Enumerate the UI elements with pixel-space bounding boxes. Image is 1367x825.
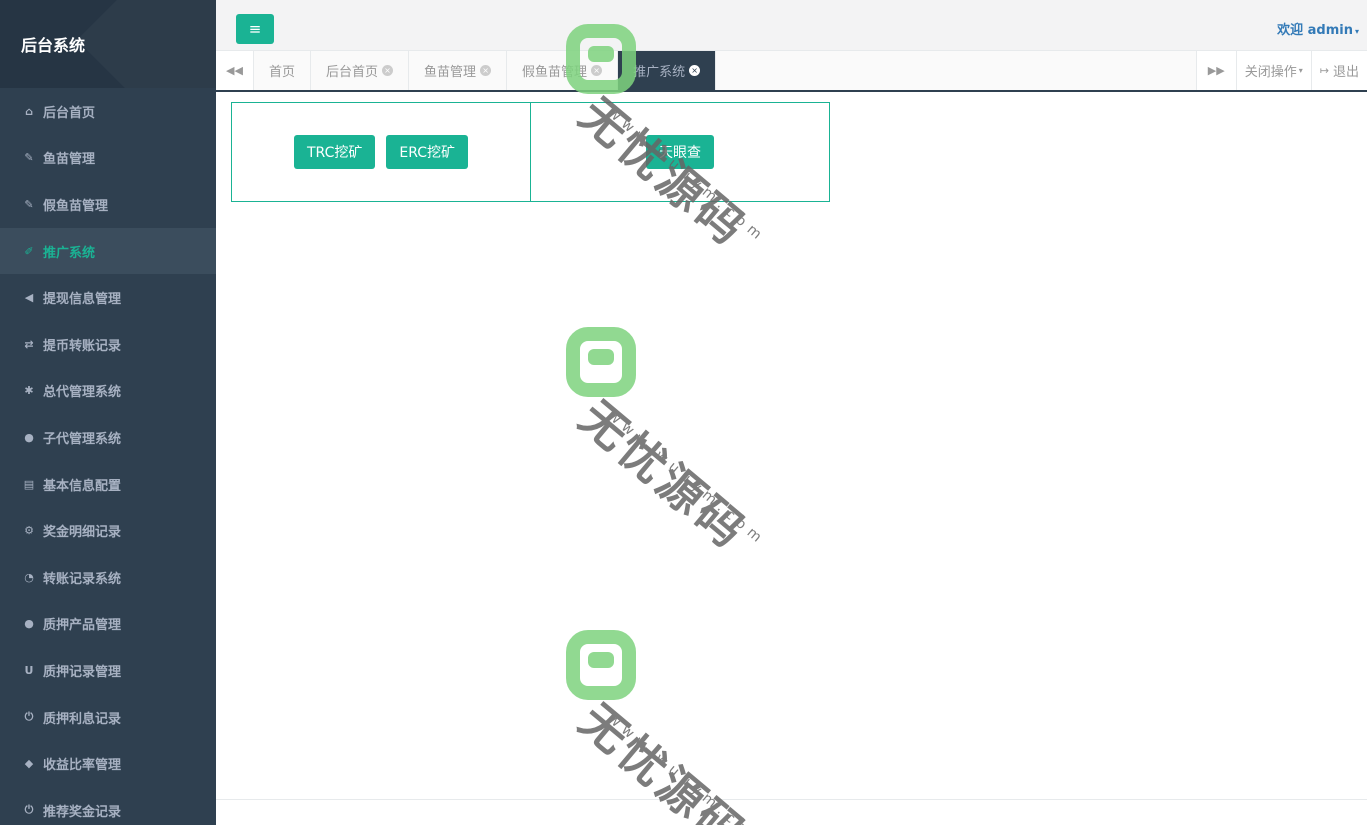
sidebar-item-label: 质押记录管理 <box>43 664 122 680</box>
close-tab-icon[interactable]: × <box>480 65 492 76</box>
tab-label: 假鱼苗管理 <box>522 65 588 80</box>
menu-toggle-button[interactable]: ≡ <box>236 14 274 44</box>
sidebar-item-label: 基本信息配置 <box>43 478 122 494</box>
sidebar-item-label: 子代管理系统 <box>43 431 122 447</box>
top-navbar: ≡ 欢迎 admin ▾ <box>216 0 1367 51</box>
sidebar-item-sub-agent[interactable]: ● 子代管理系统 <box>0 414 216 461</box>
sidebar-item-staking-products[interactable]: ● 质押产品管理 <box>0 601 216 648</box>
sidebar-item-label: 质押利息记录 <box>43 711 122 727</box>
sign-out-icon: ↦ <box>1319 64 1329 77</box>
logout-button[interactable]: ↦ 退出 <box>1310 51 1367 90</box>
sidebar-item-transfer-system[interactable]: ◔ 转账记录系统 <box>0 554 216 601</box>
tabs-scroll-left-button[interactable]: ◀◀ <box>216 51 254 90</box>
mining-panel: TRC挖矿 ERC挖矿 <box>231 102 531 202</box>
forward-icon: ▶▶ <box>1207 64 1225 77</box>
sidebar-item-label: 质押产品管理 <box>43 618 122 634</box>
sidebar-item-label: 后台首页 <box>43 105 96 121</box>
page-tabs: 首页 后台首页 × 鱼苗管理 × 假鱼苗管理 × 推广系统 × <box>254 51 717 90</box>
users-icon: ● <box>24 430 34 444</box>
sidebar-item-bonus-details[interactable]: ⚙ 奖金明细记录 <box>0 507 216 554</box>
tab-label: 鱼苗管理 <box>424 65 477 80</box>
magnet-icon: U <box>24 663 34 677</box>
tabs-scroll-right-button[interactable]: ▶▶ <box>1195 51 1236 90</box>
sidebar-item-staking-interest[interactable]: ⏻ 质押利息记录 <box>0 694 216 741</box>
sidebar: 后台系统 ⌂ 后台首页 ✎ 鱼苗管理 ✎ 假鱼苗管理 ✐ 推广系统 ◀ 提现信息… <box>0 0 216 825</box>
tab-fry-management[interactable]: 鱼苗管理 × <box>409 51 508 90</box>
bullhorn-icon: ◀ <box>24 291 34 305</box>
user-menu[interactable]: 欢迎 admin ▾ <box>1277 19 1359 38</box>
sidebar-item-label: 鱼苗管理 <box>43 152 96 168</box>
backward-icon: ◀◀ <box>226 64 243 77</box>
close-tab-icon[interactable]: × <box>689 65 701 76</box>
lookup-panel: 天眼查 <box>530 102 830 202</box>
sidebar-menu: ⌂ 后台首页 ✎ 鱼苗管理 ✎ 假鱼苗管理 ✐ 推广系统 ◀ 提现信息管理 ⇄ … <box>0 88 216 825</box>
power-icon: ⏻ <box>24 803 34 817</box>
sidebar-item-fry-management[interactable]: ✎ 鱼苗管理 <box>0 135 216 182</box>
dashboard-icon: ◔ <box>24 570 34 584</box>
close-operations-label: 关闭操作 <box>1244 65 1297 80</box>
sidebar-item-label: 转账记录系统 <box>43 571 122 587</box>
asterisk-icon: ✱ <box>24 384 34 398</box>
tabs-bar: ◀◀ 首页 后台首页 × 鱼苗管理 × 假鱼苗管理 × 推广系统 × ▶▶ 关闭… <box>216 51 1367 92</box>
logout-label: 退出 <box>1332 65 1359 80</box>
edit-icon: ✐ <box>24 244 34 258</box>
tab-promotion[interactable]: 推广系统 × <box>618 51 717 90</box>
tab-fake-fry-management[interactable]: 假鱼苗管理 × <box>507 51 619 90</box>
sidebar-item-label: 提币转账记录 <box>43 338 122 354</box>
close-tab-icon[interactable]: × <box>591 65 603 76</box>
tab-label: 推广系统 <box>633 65 686 80</box>
sidebar-item-label: 假鱼苗管理 <box>43 198 109 214</box>
power-icon: ⏻ <box>24 710 34 724</box>
tabs-right-controls: ▶▶ 关闭操作 ▾ ↦ 退出 <box>1195 51 1367 90</box>
sidebar-item-label: 总代管理系统 <box>43 385 122 401</box>
wrench-icon: ✎ <box>24 151 34 165</box>
shield-icon: ◆ <box>24 757 34 771</box>
welcome-text: 欢迎 admin <box>1277 23 1353 38</box>
sidebar-item-label: 推荐奖金记录 <box>43 804 122 820</box>
sidebar-item-basic-config[interactable]: ▤ 基本信息配置 <box>0 461 216 508</box>
sidebar-item-promotion[interactable]: ✐ 推广系统 <box>0 227 216 275</box>
sidebar-item-withdraw-info[interactable]: ◀ 提现信息管理 <box>0 274 216 321</box>
tab-home[interactable]: 首页 <box>254 51 312 90</box>
erc-mining-button[interactable]: ERC挖矿 <box>386 135 468 169</box>
sidebar-item-label: 奖金明细记录 <box>43 525 122 541</box>
sidebar-item-yield-ratio[interactable]: ◆ 收益比率管理 <box>0 740 216 787</box>
caret-down-icon: ▾ <box>1298 66 1303 75</box>
random-icon: ⇄ <box>24 337 34 351</box>
caret-down-icon: ▾ <box>1354 27 1359 36</box>
tab-label: 首页 <box>269 65 296 80</box>
hamburger-icon: ≡ <box>248 20 262 38</box>
sidebar-item-referral-bonus[interactable]: ⏻ 推荐奖金记录 <box>0 787 216 825</box>
comment-icon: ● <box>24 617 34 631</box>
cogs-icon: ⚙ <box>24 524 34 538</box>
tianyancha-button[interactable]: 天眼查 <box>646 135 714 169</box>
trc-mining-button[interactable]: TRC挖矿 <box>293 135 376 169</box>
footer <box>216 799 1367 825</box>
file-icon: ▤ <box>23 477 35 491</box>
main-content: TRC挖矿 ERC挖矿 天眼查 <box>216 93 1367 799</box>
tab-label: 后台首页 <box>326 65 379 80</box>
home-icon: ⌂ <box>25 104 33 118</box>
tab-dashboard[interactable]: 后台首页 × <box>311 51 410 90</box>
app-title: 后台系统 <box>21 36 86 55</box>
sidebar-item-home[interactable]: ⌂ 后台首页 <box>0 88 216 135</box>
brand: 后台系统 <box>0 0 216 88</box>
sidebar-item-label: 收益比率管理 <box>43 758 122 774</box>
wrench-icon: ✎ <box>24 197 34 211</box>
sidebar-item-general-agent[interactable]: ✱ 总代管理系统 <box>0 368 216 415</box>
sidebar-item-staking-records[interactable]: U 质押记录管理 <box>0 647 216 694</box>
close-operations-dropdown[interactable]: 关闭操作 ▾ <box>1235 51 1311 90</box>
sidebar-item-label: 提现信息管理 <box>43 292 122 308</box>
sidebar-item-fake-fry-management[interactable]: ✎ 假鱼苗管理 <box>0 181 216 228</box>
sidebar-item-label: 推广系统 <box>43 245 96 261</box>
close-tab-icon[interactable]: × <box>382 65 394 76</box>
sidebar-item-transfer-records[interactable]: ⇄ 提币转账记录 <box>0 321 216 368</box>
